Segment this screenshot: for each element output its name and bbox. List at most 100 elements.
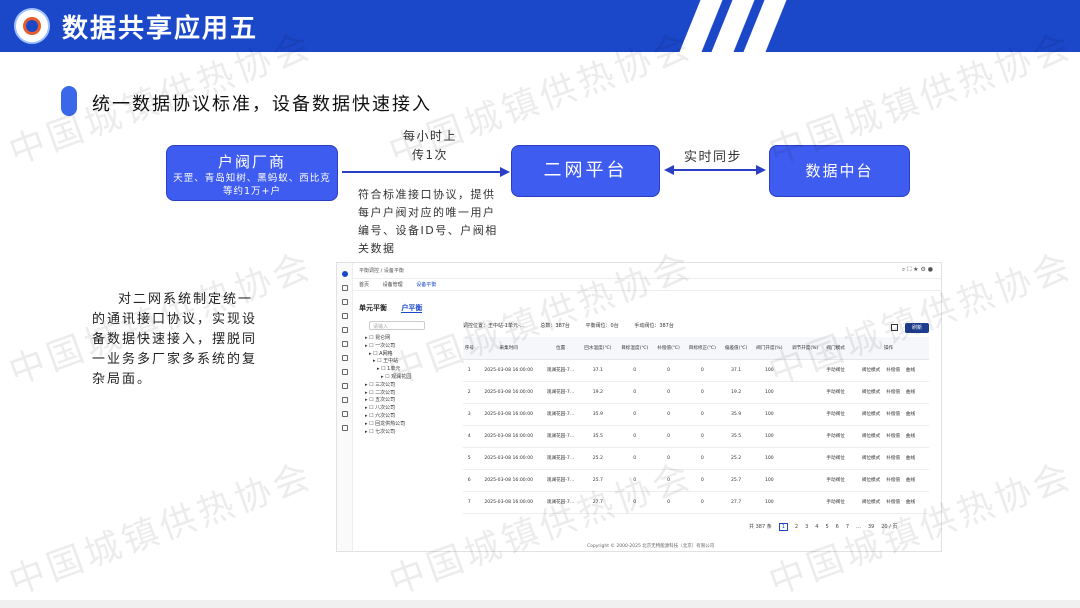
pager-page[interactable]: 4 — [815, 524, 818, 530]
toolbar-icons[interactable]: ⌕ ⛶ ★ ⚙ ● — [902, 266, 933, 274]
watermark: 中国城镇供热协会 — [3, 455, 319, 604]
row-action-link[interactable]: 补偿值 — [886, 478, 900, 483]
nav-icon[interactable] — [341, 327, 348, 333]
nav-icon[interactable] — [341, 369, 348, 375]
row-action-link[interactable]: 阀位模式 — [862, 434, 880, 439]
table-cell: 0 — [653, 469, 684, 492]
table-cell: 4 — [463, 425, 476, 448]
tree-node[interactable]: ▸ ☐ 一次公司 — [359, 342, 455, 350]
row-action-link[interactable]: 曲线 — [906, 434, 915, 439]
nav-icon[interactable] — [341, 341, 348, 347]
table-cell: 19.2 — [720, 381, 752, 404]
tab-home[interactable]: 首页 — [359, 282, 369, 288]
tree-node[interactable]: ▸ ☐ 1单元 — [359, 365, 455, 373]
row-action-link[interactable]: 补偿值 — [886, 368, 900, 373]
nav-icon[interactable] — [341, 411, 348, 417]
tree-node[interactable]: ▸ ☐ 观澜花园 — [359, 373, 455, 381]
table-cell: 0 — [616, 447, 654, 470]
nav-icon[interactable] — [341, 285, 348, 291]
row-action-link[interactable]: 补偿值 — [886, 456, 900, 461]
table-cell: 0 — [616, 359, 654, 382]
row-action-link[interactable]: 阀位模式 — [862, 500, 880, 505]
row-action-link[interactable]: 补偿值 — [886, 412, 900, 417]
table-cell: 手动阀位 — [823, 469, 849, 492]
row-action-link[interactable]: 阀位模式 — [862, 456, 880, 461]
row-action-link[interactable]: 阀位模式 — [862, 390, 880, 395]
pager-page[interactable]: 6 — [836, 524, 839, 530]
nav-icon[interactable] — [341, 383, 348, 389]
refresh-button[interactable]: 刷新 — [905, 323, 929, 333]
stat-balance: 平衡阀位：0台 — [585, 323, 619, 329]
tab-device[interactable]: 设备管理 — [383, 282, 403, 288]
tree-node[interactable]: ▸ ☐ 三次公司 — [359, 381, 455, 389]
table-cell: 25.7 — [720, 469, 752, 492]
row-action-link[interactable]: 阀位模式 — [862, 368, 880, 373]
tree-node[interactable]: ▸ ☐ 回龙供热公司 — [359, 420, 455, 428]
pager-page[interactable]: 39 — [868, 524, 874, 530]
tree-node[interactable]: ▸ ☐ 八次公司 — [359, 404, 455, 412]
tree-node[interactable]: ▸ ☐ 五次公司 — [359, 396, 455, 404]
pager-size[interactable]: 20 / 页 — [881, 524, 897, 530]
nav-icon[interactable] — [341, 397, 348, 403]
table-cell: 0 — [616, 425, 654, 448]
nav-icon[interactable] — [341, 425, 348, 431]
row-action-link[interactable]: 补偿值 — [886, 500, 900, 505]
table-cell: 27.7 — [720, 491, 752, 514]
upload-arrow — [342, 167, 510, 177]
tree-search-input[interactable]: 请输入 — [369, 321, 425, 330]
row-action-link[interactable]: 曲线 — [906, 390, 915, 395]
row-action-link[interactable]: 曲线 — [906, 456, 915, 461]
table-cell: 观澜花园-7… — [541, 381, 580, 404]
table-cell: 手动阀位 — [823, 491, 849, 514]
column-header: 回水温度(℃) — [579, 337, 617, 360]
column-header: 采集时间 — [475, 337, 542, 360]
tree-node[interactable]: ▸ ☐ 六次公司 — [359, 412, 455, 420]
row-actions: 阀位模式 补偿值 曲线 — [848, 381, 929, 404]
tab-bar: 首页 设备管理 设备平衡 — [353, 279, 941, 291]
pager-page[interactable]: 7 — [846, 524, 849, 530]
home-icon[interactable] — [341, 271, 348, 277]
pager-page[interactable]: ... — [856, 524, 861, 530]
row-action-link[interactable]: 阀位模式 — [862, 412, 880, 417]
table-cell: 0 — [653, 425, 684, 448]
pager-page[interactable]: 1 — [778, 523, 788, 531]
table-row: 3 2025-03-08 16:00:00 观澜花园-7… 35.9 0 0 0 35.9 10… — [463, 403, 929, 426]
breadcrumb-item[interactable]: 设备平衡 — [384, 268, 404, 274]
bottom-band — [0, 600, 1080, 608]
row-action-link[interactable]: 补偿值 — [886, 390, 900, 395]
tree-node[interactable]: ▸ ☐ 七次公司 — [359, 428, 455, 436]
table-cell: 35.5 — [720, 425, 752, 448]
nav-icon[interactable] — [341, 299, 348, 305]
row-action-link[interactable]: 曲线 — [906, 368, 915, 373]
table-cell: 0 — [683, 403, 721, 426]
row-action-link[interactable]: 补偿值 — [886, 434, 900, 439]
tree-node[interactable]: ▸ ☐ 二次公司 — [359, 389, 455, 397]
nav-icon[interactable] — [341, 313, 348, 319]
row-action-link[interactable]: 曲线 — [906, 500, 915, 505]
tree-node[interactable]: ▸ ☐ 王中站 — [359, 357, 455, 365]
pagination: 共 387 条 1 2 3 4 5 6 7... 39 20 / 页 — [749, 523, 904, 531]
table-cell: 观澜花园-7… — [541, 359, 580, 382]
data-table: 序号 采集时间 位置 回水温度(℃) 目标温度(℃) 补偿值(℃) 目标修正(℃) 偏差值(℃… — [463, 337, 929, 514]
row-action-link[interactable]: 阀位模式 — [862, 478, 880, 483]
pager-page[interactable]: 2 — [795, 524, 798, 530]
table-cell: 100 — [751, 491, 788, 514]
row-actions: 阀位模式 补偿值 曲线 — [848, 425, 929, 448]
subtab-household[interactable]: 户平衡 — [401, 304, 423, 313]
side-rail — [337, 263, 353, 551]
tab-balance[interactable]: 设备平衡 — [416, 282, 436, 288]
tree-node[interactable]: ▸ ☐ A网格 — [359, 350, 455, 358]
column-header: 阀门模式 — [823, 337, 849, 360]
subtab-unit[interactable]: 单元平衡 — [359, 304, 387, 312]
column-header: 序号 — [463, 337, 476, 360]
breadcrumb-item[interactable]: 平衡调控 — [359, 268, 379, 274]
pager-page[interactable]: 3 — [805, 524, 808, 530]
nav-icon[interactable] — [341, 355, 348, 361]
row-action-link[interactable]: 曲线 — [906, 412, 915, 417]
column-header: 目标修正(℃) — [683, 337, 721, 360]
tree-node[interactable]: ▸ ☐ 昆仑网 — [359, 334, 455, 342]
row-action-link[interactable]: 曲线 — [906, 478, 915, 483]
grid-view-icon[interactable] — [891, 324, 898, 331]
table-cell: 100 — [751, 403, 788, 426]
pager-page[interactable]: 5 — [825, 524, 828, 530]
